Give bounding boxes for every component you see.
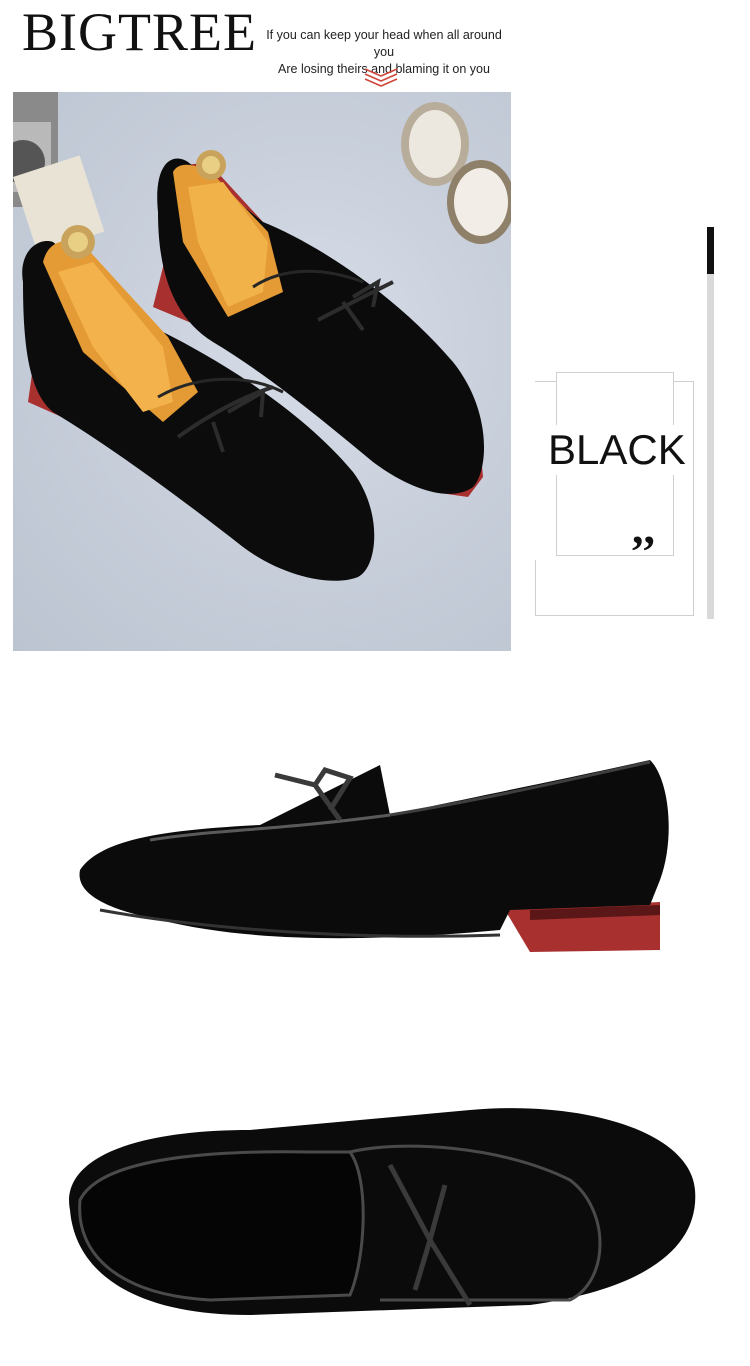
tagline-line-1: If you can keep your head when all aroun… — [266, 28, 502, 59]
brand-logo: BIGTREE — [22, 2, 257, 62]
closing-quote-mark: ,, — [632, 502, 655, 553]
color-frame-outer-left — [535, 560, 536, 615]
product-detail-page: BIGTREE If you can keep your head when a… — [0, 0, 750, 1366]
scroll-indicator-thumb — [707, 227, 714, 274]
shoe-side-view-photo — [79, 760, 669, 952]
hero-product-photo — [13, 92, 511, 651]
pinecone-prop — [401, 102, 511, 244]
shoe-top-view-photo — [69, 1108, 696, 1315]
camera-prop — [13, 92, 105, 254]
chevron-down-icon — [364, 68, 398, 87]
scroll-indicator-track — [707, 227, 714, 619]
color-name-label: BLACK — [548, 425, 688, 475]
